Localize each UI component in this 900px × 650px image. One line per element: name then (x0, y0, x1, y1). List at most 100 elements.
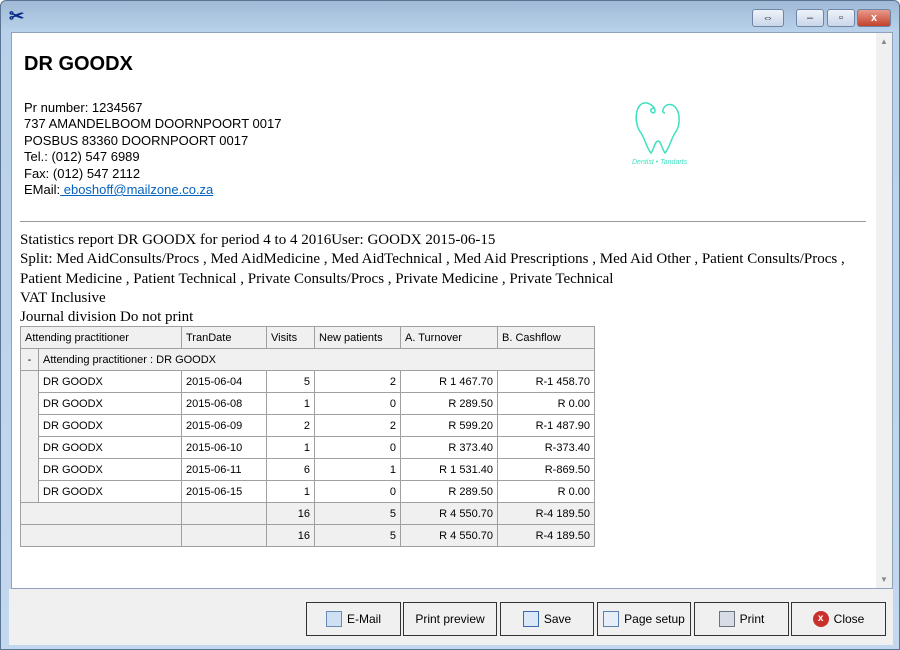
cell-new-patients: 1 (314, 458, 401, 481)
cell-visits: 6 (266, 458, 315, 481)
total-visits: 16 (266, 524, 315, 547)
total-cashflow: R-4 189.50 (497, 502, 595, 525)
cell-empty (181, 524, 267, 547)
report-title: Statistics report DR GOODX for period 4 … (20, 232, 496, 248)
telephone: Tel.: (012) 547 6989 (24, 149, 140, 165)
tooth-logo: Dentist • Tandarts (627, 93, 702, 168)
table-row[interactable]: DR GOODX 2015-06-08 1 0 R 289.50 R 0.00 (21, 392, 595, 415)
resize-button[interactable]: ⇔ (752, 9, 784, 27)
col-trandate[interactable]: TranDate (181, 326, 267, 349)
cell-visits: 1 (266, 480, 315, 503)
total-new-patients: 5 (314, 524, 401, 547)
total-cashflow: R-4 189.50 (497, 524, 595, 547)
cell-new-patients: 0 (314, 392, 401, 415)
email-link[interactable]: eboshoff@mailzone.co.za (60, 182, 214, 197)
save-icon (522, 611, 539, 627)
page-setup-icon (603, 611, 620, 627)
tools-icon: ✂ (9, 6, 25, 26)
totals-row: 16 5 R 4 550.70 R-4 189.50 (20, 524, 595, 547)
total-turnover: R 4 550.70 (400, 524, 498, 547)
cell-practitioner: DR GOODX (38, 392, 182, 415)
cell-visits: 5 (266, 370, 315, 393)
cell-new-patients: 2 (314, 370, 401, 393)
cell-practitioner: DR GOODX (38, 458, 182, 481)
cell-trandate: 2015-06-10 (181, 436, 267, 459)
practice-details: Pr number: 1234567 737 AMANDELBOOM DOORN… (24, 100, 281, 198)
email-button[interactable]: E-Mail (306, 602, 401, 636)
cell-cashflow: R 0.00 (497, 480, 595, 503)
table-row[interactable]: DR GOODX 2015-06-09 2 2 R 599.20 R-1 487.90 (21, 414, 595, 437)
close-icon: x (812, 611, 829, 627)
print-button[interactable]: Print (694, 602, 789, 636)
table-row[interactable]: DR GOODX 2015-06-11 6 1 R 1 531.40 R-869.50 (21, 458, 595, 481)
cell-turnover: R 289.50 (400, 392, 498, 415)
logo-text: Dentist • Tandarts (632, 159, 688, 166)
fax: Fax: (012) 547 2112 (24, 165, 141, 181)
cell-turnover: R 1 531.40 (400, 458, 498, 481)
cell-turnover: R 373.40 (400, 436, 498, 459)
group-row: - Attending practitioner : DR GOODX (20, 348, 595, 371)
statistics-table: Attending practitioner TranDate Visits N… (20, 326, 595, 547)
report-split: Split: Med AidConsults/Procs , Med AidMe… (20, 251, 845, 287)
divider (20, 221, 866, 222)
maximize-button[interactable]: ▫ (827, 9, 855, 27)
practice-name: DR GOODX (24, 53, 133, 75)
cell-practitioner: DR GOODX (38, 436, 182, 459)
group-indent (20, 370, 39, 503)
report-preview: DR GOODX Pr number: 1234567 737 AMANDELB… (11, 32, 893, 589)
page-setup-button[interactable]: Page setup (597, 602, 691, 636)
close-button[interactable]: x Close (791, 602, 886, 636)
report-info: Statistics report DR GOODX for period 4 … (20, 231, 870, 327)
report-window: ✂ ⇔ – ▫ x DR GOODX Pr number: 1234567 73… (0, 0, 900, 650)
col-new-patients[interactable]: New patients (314, 326, 401, 349)
cell-turnover: R 1 467.70 (400, 370, 498, 393)
total-visits: 16 (266, 502, 315, 525)
table-row[interactable]: DR GOODX 2015-06-15 1 0 R 289.50 R 0.00 (21, 480, 595, 503)
col-visits[interactable]: Visits (266, 326, 315, 349)
cell-trandate: 2015-06-15 (181, 480, 267, 503)
total-new-patients: 5 (314, 502, 401, 525)
cell-new-patients: 2 (314, 414, 401, 437)
totals-row: 16 5 R 4 550.70 R-4 189.50 (20, 502, 595, 525)
printer-icon (718, 611, 735, 627)
cell-empty (20, 524, 182, 547)
address-line-1: 737 AMANDELBOOM DOORNPOORT 0017 (24, 116, 282, 132)
cell-turnover: R 289.50 (400, 480, 498, 503)
envelope-icon (325, 611, 342, 627)
cell-cashflow: R 0.00 (497, 392, 595, 415)
cell-cashflow: R-1 487.90 (497, 414, 595, 437)
email-label: EMail: (24, 182, 61, 198)
cell-practitioner: DR GOODX (38, 480, 182, 503)
group-collapse-toggle[interactable]: - (20, 348, 39, 371)
table-row[interactable]: DR GOODX 2015-06-10 1 0 R 373.40 R-373.40 (21, 436, 595, 459)
button-bar: E-Mail Print preview Save Page setup Pri… (9, 589, 893, 645)
address-line-2: POSBUS 83360 DOORNPOORT 0017 (24, 132, 249, 148)
cell-trandate: 2015-06-04 (181, 370, 267, 393)
minimize-button[interactable]: – (796, 9, 824, 27)
report-vat: VAT Inclusive (20, 289, 106, 306)
cell-trandate: 2015-06-09 (181, 414, 267, 437)
close-window-button[interactable]: x (857, 9, 891, 27)
cell-cashflow: R-869.50 (497, 458, 595, 481)
cell-empty (20, 502, 182, 525)
cell-new-patients: 0 (314, 436, 401, 459)
cell-practitioner: DR GOODX (38, 370, 182, 393)
col-cashflow[interactable]: B. Cashflow (497, 326, 595, 349)
col-practitioner[interactable]: Attending practitioner (20, 326, 182, 349)
save-button[interactable]: Save (500, 602, 594, 636)
cell-practitioner: DR GOODX (38, 414, 182, 437)
cell-cashflow: R-373.40 (497, 436, 595, 459)
print-preview-button[interactable]: Print preview (403, 602, 497, 636)
cell-trandate: 2015-06-08 (181, 392, 267, 415)
total-turnover: R 4 550.70 (400, 502, 498, 525)
cell-visits: 1 (266, 436, 315, 459)
vertical-scrollbar[interactable]: ▲ ▼ (876, 33, 892, 588)
group-label: Attending practitioner : DR GOODX (38, 348, 595, 371)
pr-number: Pr number: 1234567 (24, 100, 143, 115)
cell-cashflow: R-1 458.70 (497, 370, 595, 393)
table-row[interactable]: DR GOODX 2015-06-04 5 2 R 1 467.70 R-1 458.70 (20, 370, 595, 503)
col-turnover[interactable]: A. Turnover (400, 326, 498, 349)
cell-empty (181, 502, 267, 525)
cell-visits: 1 (266, 392, 315, 415)
cell-new-patients: 0 (314, 480, 401, 503)
